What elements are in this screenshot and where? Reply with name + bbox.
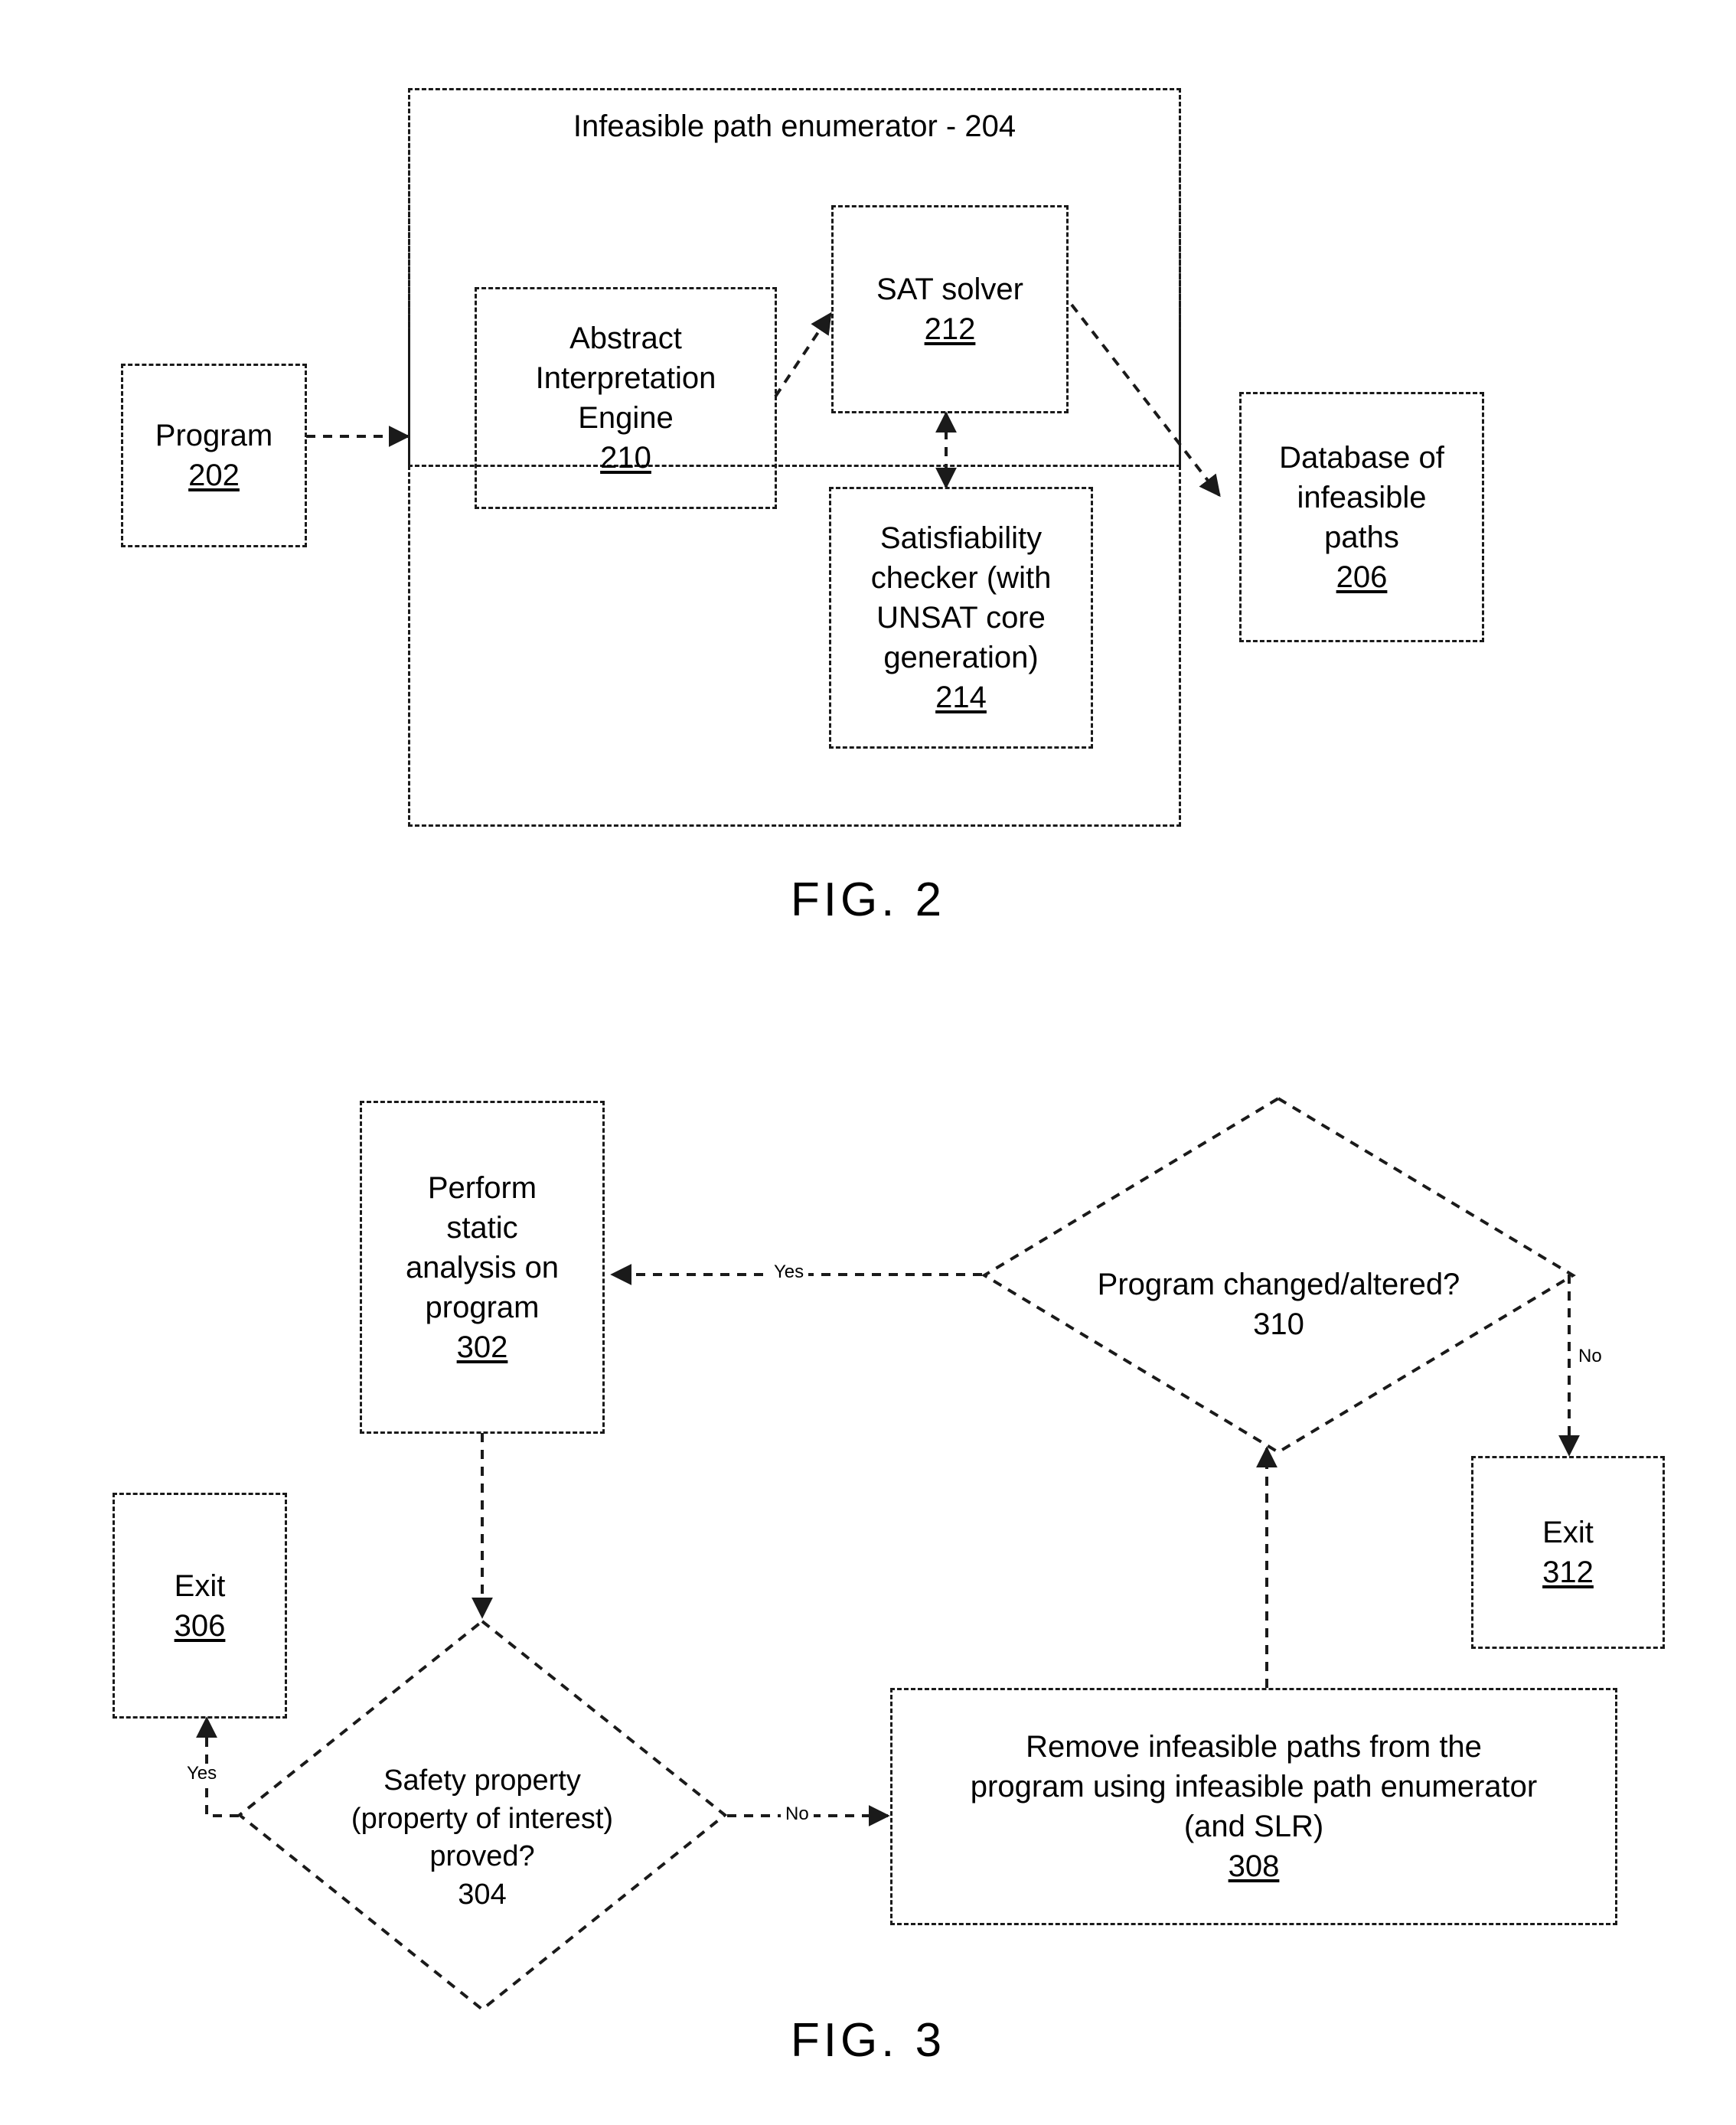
node-exit-312-label: Exit [1542, 1516, 1594, 1549]
figure-3-label: FIG. 3 [0, 2013, 1736, 2068]
node-safety-property-304-text: Safety property (property of interest) p… [237, 1725, 727, 1914]
edge-label-changed-yes-text: Yes [774, 1262, 804, 1282]
node-remove-infeasible-paths-308: Remove infeasible paths from the program… [890, 1688, 1617, 1925]
enumerator-title-text: Infeasible path enumerator - 204 [573, 109, 1016, 143]
node-perform-static-analysis-302-label: Perform static analysis on program [405, 1170, 560, 1324]
node-database-infeasible-paths-206: Database of infeasible paths 206 [1239, 392, 1484, 642]
edge-label-changed-no: No [1574, 1347, 1607, 1366]
node-exit-306-label: Exit [174, 1568, 226, 1603]
edge-label-proved-yes: Yes [182, 1763, 222, 1784]
node-abstract-interpretation-engine-210-label: Abstract Interpretation Engine [535, 322, 716, 435]
node-abstract-interpretation-engine-210-ref: 210 [600, 441, 651, 475]
node-database-infeasible-paths-206-ref: 206 [1336, 560, 1388, 594]
edge-label-proved-yes-text: Yes [187, 1763, 217, 1784]
figure-2-label-text: FIG. 2 [790, 873, 946, 926]
node-abstract-interpretation-engine-210: Abstract Interpretation Engine 210 [475, 287, 777, 509]
edge-label-proved-no-text: No [785, 1803, 809, 1824]
node-remove-infeasible-paths-308-label: Remove infeasible paths from the program… [970, 1730, 1538, 1843]
node-database-infeasible-paths-206-label: Database of infeasible paths [1279, 440, 1444, 554]
enumerator-title: Infeasible path enumerator - 204 [408, 109, 1181, 144]
node-sat-solver-212-label: SAT solver [876, 273, 1023, 306]
node-perform-static-analysis-302-ref: 302 [456, 1330, 508, 1364]
node-program-202-ref: 202 [188, 459, 240, 492]
node-sat-solver-212-ref: 212 [924, 312, 976, 346]
patent-figure-sheet: Infeasible path enumerator - 204 Program… [0, 0, 1736, 2125]
node-exit-312-ref: 312 [1542, 1555, 1594, 1589]
node-satisfiability-checker-214-ref: 214 [935, 681, 987, 714]
node-program-changed-310: Program changed/altered? 310 [981, 1096, 1576, 1454]
node-exit-312: Exit 312 [1471, 1456, 1665, 1649]
node-program-changed-310-text: Program changed/altered? 310 [982, 1225, 1575, 1344]
node-safety-property-304: Safety property (property of interest) p… [237, 1619, 728, 2012]
figure-2-label: FIG. 2 [0, 873, 1736, 927]
edge-label-changed-no-text: No [1578, 1346, 1602, 1366]
node-exit-306-ref: 306 [174, 1608, 226, 1643]
node-sat-solver-212: SAT solver 212 [831, 205, 1069, 413]
node-satisfiability-checker-214: Satisfiability checker (with UNSAT core … [829, 487, 1093, 749]
edge-label-proved-no: No [781, 1805, 814, 1823]
node-satisfiability-checker-214-label: Satisfiability checker (with UNSAT core … [870, 521, 1052, 674]
node-program-changed-310-ref: 310 [1253, 1307, 1304, 1341]
node-safety-property-304-ref: 304 [458, 1878, 507, 1911]
node-program-202: Program 202 [121, 364, 307, 547]
node-program-changed-310-label: Program changed/altered? [1097, 1268, 1460, 1301]
node-remove-infeasible-paths-308-ref: 308 [1228, 1849, 1280, 1883]
edge-label-changed-yes: Yes [769, 1262, 809, 1282]
figure-3-label-text: FIG. 3 [790, 2014, 946, 2067]
node-program-202-label: Program [155, 419, 273, 452]
node-safety-property-304-label: Safety property (property of interest) p… [351, 1764, 614, 1873]
node-perform-static-analysis-302: Perform static analysis on program 302 [360, 1101, 605, 1434]
